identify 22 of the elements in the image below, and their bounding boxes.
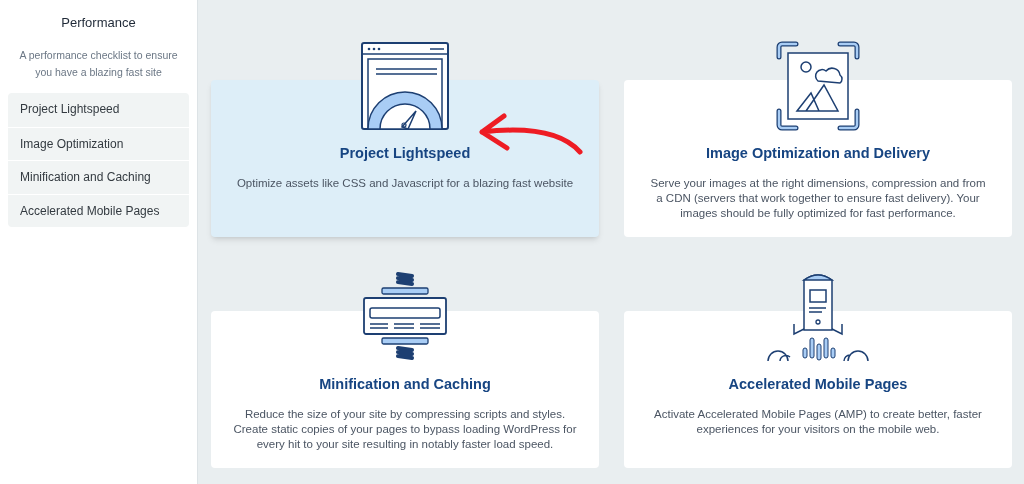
sidebar-item[interactable]: Project Lightspeed [8, 93, 189, 127]
card-description: Optimize assets like CSS and Javascript for a blazing fast website [236, 176, 574, 191]
sidebar-subtitle: A performance checklist to ensure you have a blazing fast site [18, 48, 179, 80]
card-description: Serve your images at the right dimensions, compression and from a CDN (servers that work together to ensure fast delivery). Your images should be fully optimized for fast performance. [649, 176, 987, 221]
rocket-phone-icon [766, 272, 870, 362]
card-title: Minification and Caching [319, 375, 491, 394]
card-background[interactable] [211, 311, 599, 468]
card-title: Accelerated Mobile Pages [728, 375, 908, 394]
sidebar-title: Performance [61, 14, 136, 31]
card-title: Image Optimization and Delivery [706, 144, 930, 163]
card-description: Activate Accelerated Mobile Pages (AMP) to create better, faster experiences for your visitors on the mobile web. [653, 407, 983, 437]
speedometer-icon [360, 41, 450, 133]
card-background[interactable] [624, 311, 1012, 468]
sidebar-item[interactable]: Minification and Caching [8, 160, 189, 194]
card-background[interactable] [211, 80, 599, 237]
card-description: Reduce the size of your site by compressing scripts and styles. Create static copies of your pages to bypass loading WordPress for every hit to your site resulting in notably faster load speed. [233, 407, 577, 452]
image-frame-icon [776, 41, 860, 131]
compress-page-icon [362, 272, 448, 360]
sidebar-item[interactable]: Accelerated Mobile Pages [8, 193, 189, 227]
card-title: Project Lightspeed [339, 144, 471, 163]
sidebar-item[interactable]: Image Optimization [8, 126, 189, 160]
card-background[interactable] [624, 80, 1012, 237]
